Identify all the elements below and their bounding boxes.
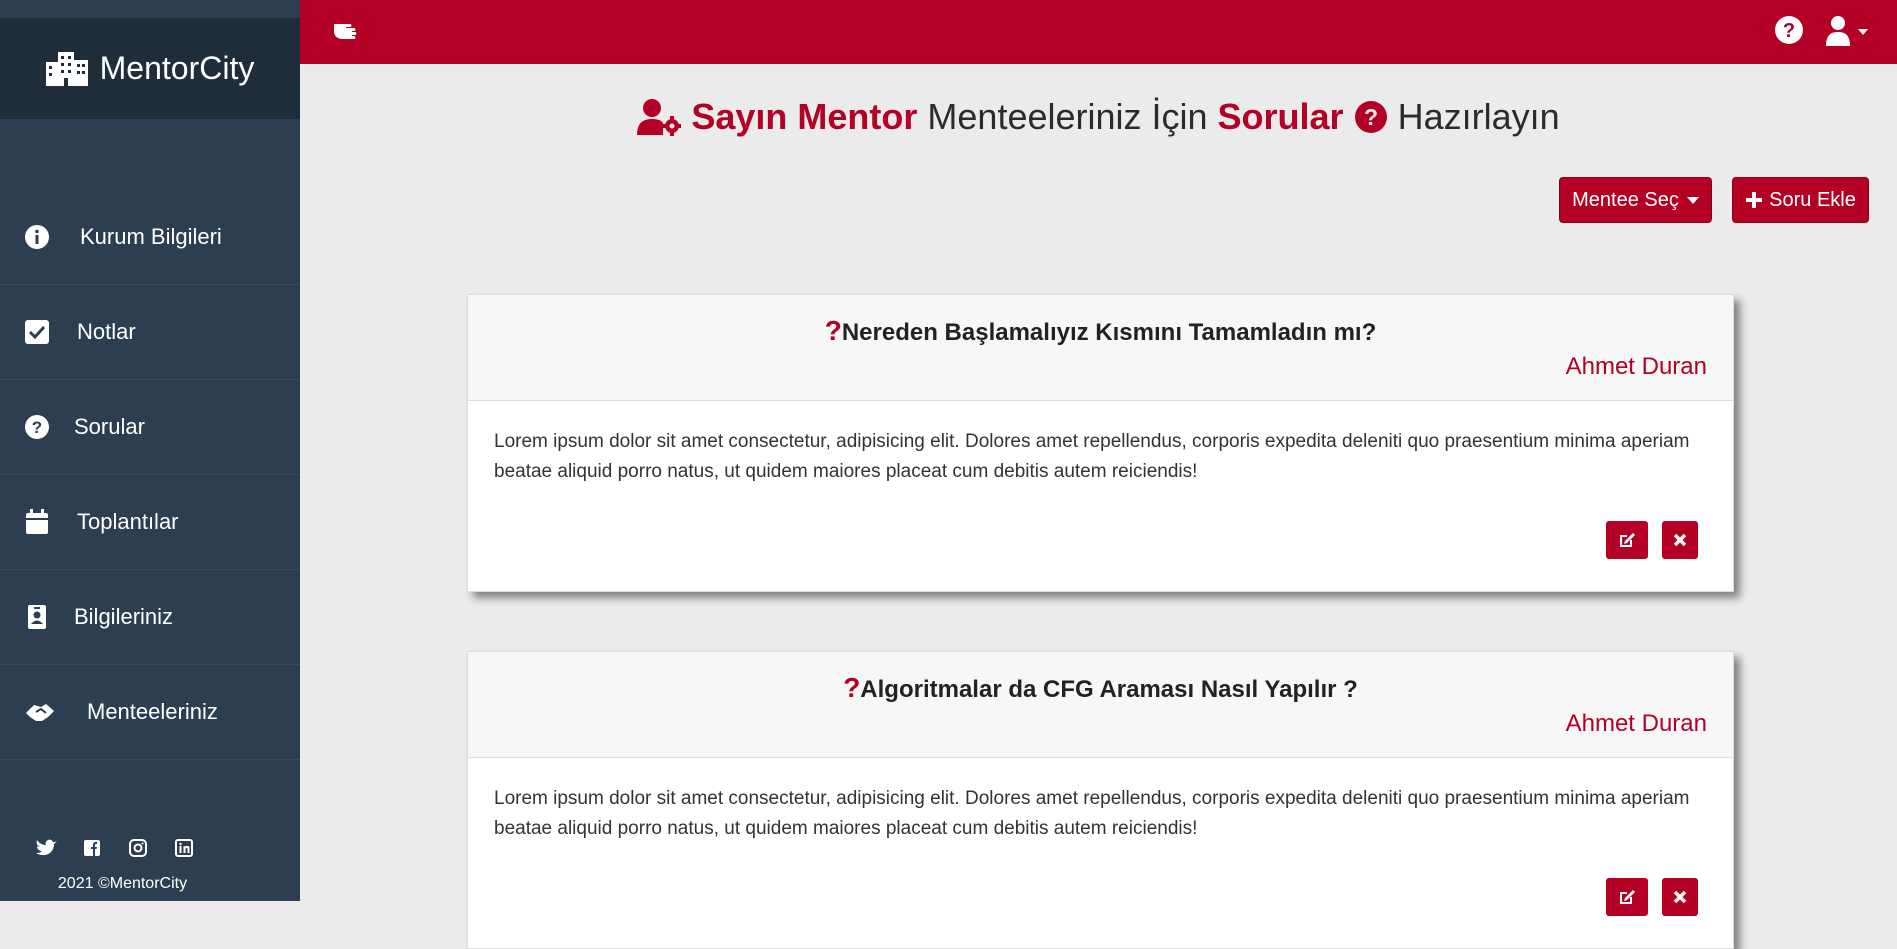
- page-title: Sayın Mentor Menteeleriniz İçin Sorular …: [300, 96, 1897, 138]
- handshake-icon: [26, 704, 54, 721]
- sidebar-item-notlar[interactable]: Notlar: [0, 285, 300, 380]
- city-icon: [45, 51, 88, 86]
- hand-pointer-icon[interactable]: [332, 18, 364, 44]
- id-badge-icon: [28, 605, 46, 629]
- topbar: ?: [300, 0, 1897, 64]
- twitter-icon[interactable]: [36, 838, 58, 858]
- edit-icon: [1620, 890, 1635, 904]
- question-circle-icon: ?: [1354, 101, 1387, 133]
- sidebar-nav: Kurum Bilgileri Notlar ? Sorular Toplant…: [0, 190, 300, 760]
- brand-logo[interactable]: MentorCity: [0, 18, 300, 119]
- question-card-body: Lorem ipsum dolor sit amet consectetur, …: [468, 758, 1733, 948]
- heading-text: Menteeleriniz İçin: [927, 96, 1208, 137]
- brand-name: MentorCity: [99, 50, 255, 86]
- heading-highlight: Sorular: [1217, 96, 1344, 137]
- question-body-text: Lorem ipsum dolor sit amet consectetur, …: [494, 431, 1690, 482]
- heading-highlight: Sayın Mentor: [691, 96, 918, 137]
- question-card-header: ?Nereden Başlamalıyız Kısmını Tamamladın…: [468, 295, 1733, 401]
- heading-text: Hazırlayın: [1397, 96, 1560, 137]
- edit-button[interactable]: [1606, 521, 1648, 559]
- question-card: ?Algoritmalar da CFG Araması Nasıl Yapıl…: [467, 651, 1734, 949]
- sidebar: MentorCity Kurum Bilgileri Notlar ? Soru…: [0, 0, 300, 901]
- calendar-icon: [26, 509, 48, 534]
- question-actions: [1606, 878, 1698, 916]
- sidebar-item-bilgileriniz[interactable]: Bilgileriniz: [0, 570, 300, 665]
- sidebar-item-kurum-bilgileri[interactable]: Kurum Bilgileri: [0, 190, 300, 285]
- add-question-label: Soru Ekle: [1769, 188, 1856, 211]
- instagram-icon[interactable]: [128, 838, 150, 858]
- delete-button[interactable]: [1662, 521, 1698, 559]
- user-cog-icon: [637, 99, 682, 136]
- add-question-button[interactable]: Soru Ekle: [1732, 177, 1869, 223]
- check-square-icon: [25, 320, 49, 344]
- question-card-body: Lorem ipsum dolor sit amet consectetur, …: [468, 401, 1733, 591]
- social-links: [36, 838, 196, 858]
- question-card: ?Nereden Başlamalıyız Kısmını Tamamladın…: [467, 294, 1734, 592]
- info-circle-icon: [25, 225, 49, 249]
- sidebar-item-label: Toplantılar: [77, 509, 179, 534]
- sidebar-item-label: Bilgileriniz: [74, 604, 174, 629]
- question-title-text: Nereden Başlamalıyız Kısmını Tamamladın …: [841, 319, 1377, 346]
- question-mark-icon: ?: [843, 672, 861, 703]
- sidebar-item-label: Kurum Bilgileri: [80, 224, 222, 249]
- question-body-text: Lorem ipsum dolor sit amet consectetur, …: [494, 788, 1690, 839]
- sidebar-item-toplantilar[interactable]: Toplantılar: [0, 475, 300, 570]
- question-title-text: Algoritmalar da CFG Araması Nasıl Yapılı…: [860, 676, 1358, 703]
- svg-text:?: ?: [1783, 20, 1795, 42]
- svg-text:?: ?: [1364, 104, 1378, 130]
- question-title: ?Algoritmalar da CFG Araması Nasıl Yapıl…: [468, 672, 1733, 704]
- close-icon: [1673, 890, 1687, 904]
- sidebar-item-label: Notlar: [77, 319, 136, 344]
- question-title: ?Nereden Başlamalıyız Kısmını Tamamladın…: [468, 315, 1733, 347]
- sidebar-item-label: Sorular: [74, 414, 145, 439]
- close-icon: [1673, 533, 1687, 547]
- edit-icon: [1620, 533, 1635, 547]
- sidebar-item-label: Menteeleriniz: [87, 699, 218, 724]
- question-author: Ahmet Duran: [1565, 353, 1707, 380]
- user-icon[interactable]: [1824, 15, 1870, 47]
- caret-down-icon: [1686, 196, 1699, 204]
- facebook-icon[interactable]: [82, 838, 104, 858]
- mentee-select-dropdown[interactable]: Mentee Seç: [1559, 177, 1712, 223]
- mentee-select-label: Mentee Seç: [1572, 188, 1679, 211]
- question-author: Ahmet Duran: [1565, 710, 1707, 737]
- question-mark-icon: ?: [824, 315, 842, 346]
- svg-text:?: ?: [32, 418, 42, 437]
- sidebar-item-menteeleriniz[interactable]: Menteeleriniz: [0, 665, 300, 760]
- question-actions: [1606, 521, 1698, 559]
- copyright-text: 2021 ©MentorCity: [57, 875, 188, 892]
- linkedin-icon[interactable]: [174, 838, 196, 858]
- question-card-header: ?Algoritmalar da CFG Araması Nasıl Yapıl…: [468, 652, 1733, 758]
- sidebar-item-sorular[interactable]: ? Sorular: [0, 380, 300, 475]
- delete-button[interactable]: [1662, 878, 1698, 916]
- plus-icon: [1746, 192, 1763, 208]
- question-circle-icon[interactable]: ?: [1774, 15, 1804, 45]
- question-circle-icon: ?: [25, 415, 49, 439]
- edit-button[interactable]: [1606, 878, 1648, 916]
